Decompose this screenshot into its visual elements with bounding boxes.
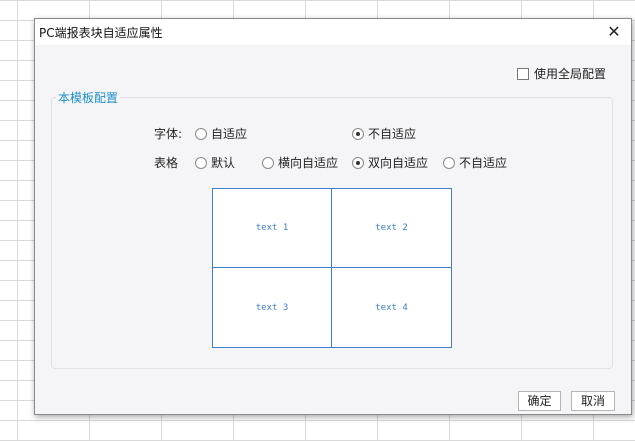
preview-cell-2: text 2 xyxy=(332,189,451,268)
global-config-checkbox[interactable]: 使用全局配置 xyxy=(517,65,606,82)
radio-label: 双向自适应 xyxy=(368,156,429,170)
font-row-label: 字体: xyxy=(154,127,183,141)
font-radio-adaptive[interactable]: 自适应 xyxy=(195,125,247,142)
global-config-label: 使用全局配置 xyxy=(534,67,607,81)
radio-icon xyxy=(443,156,455,169)
radio-icon xyxy=(195,127,207,140)
ok-button[interactable]: 确定 xyxy=(518,391,561,411)
radio-icon xyxy=(262,156,274,169)
preview-cell-4: text 4 xyxy=(375,302,408,313)
radio-label: 默认 xyxy=(211,156,236,170)
cancel-button[interactable]: 取消 xyxy=(571,391,615,411)
table-row-label: 表格 xyxy=(154,156,179,170)
radio-label: 不自适应 xyxy=(368,127,417,141)
radio-label: 自适应 xyxy=(211,127,248,141)
preview-cell-1: text 1 xyxy=(213,189,332,268)
table-radio-not-adaptive[interactable]: 不自适应 xyxy=(443,154,507,171)
preview-cell-3: text 3 xyxy=(213,268,332,347)
table-radio-default[interactable]: 默认 xyxy=(195,154,235,171)
adaptive-properties-dialog: PC端报表块自适应属性 ✕ 使用全局配置 本模板配置 字体: 自适应 不自适应 … xyxy=(34,18,632,415)
checkbox-box[interactable] xyxy=(517,67,529,80)
font-radio-not-adaptive[interactable]: 不自适应 xyxy=(352,125,416,142)
radio-label: 不自适应 xyxy=(459,156,508,170)
radio-label: 横向自适应 xyxy=(278,156,339,170)
table-radio-bidirectional[interactable]: 双向自适应 xyxy=(352,154,428,171)
close-icon[interactable]: ✕ xyxy=(605,23,623,41)
radio-selected-icon xyxy=(352,156,364,169)
dialog-titlebar: PC端报表块自适应属性 ✕ xyxy=(35,19,631,45)
radio-selected-icon xyxy=(352,127,364,140)
radio-icon xyxy=(195,156,207,169)
layout-preview: text 1 text 2 text 3 text 4 xyxy=(212,188,452,348)
dialog-title: PC端报表块自适应属性 xyxy=(39,26,163,40)
table-radio-horizontal[interactable]: 横向自适应 xyxy=(262,154,338,171)
template-config-legend: 本模板配置 xyxy=(56,89,121,106)
